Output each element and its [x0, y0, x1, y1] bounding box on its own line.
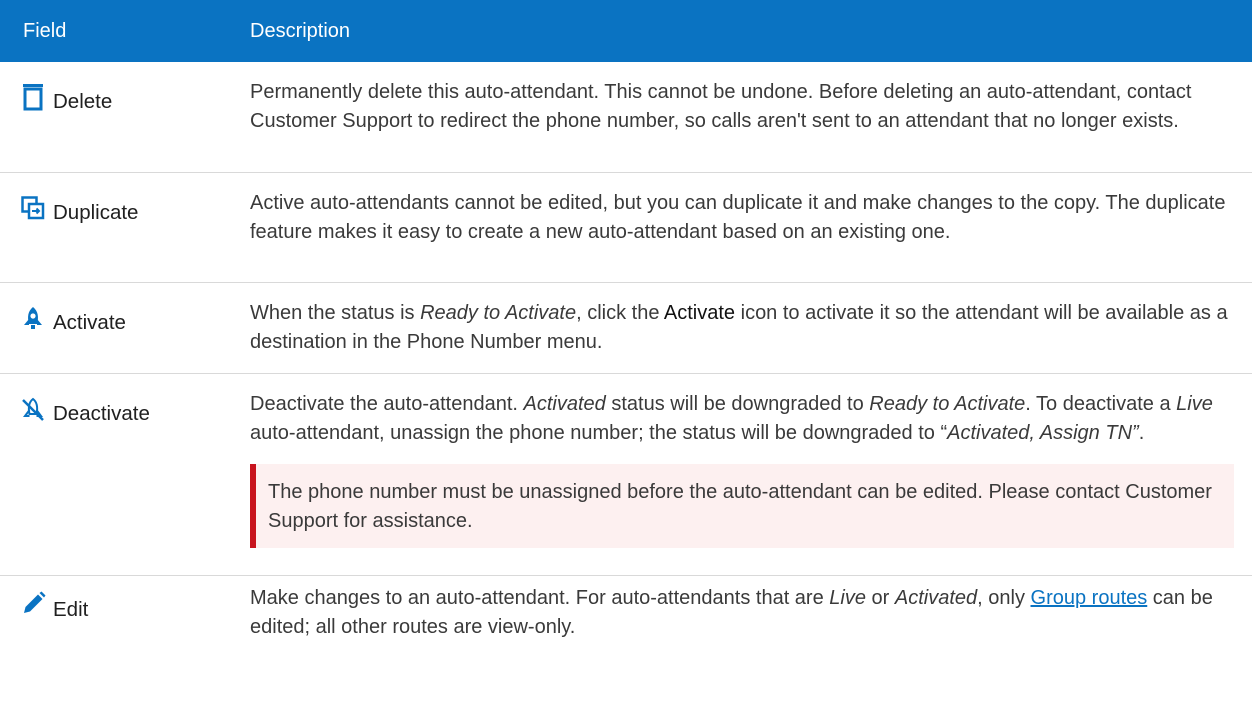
field-edit: Edit [20, 591, 248, 622]
desc-italic: Activated, Assign TN” [947, 421, 1139, 444]
desc-text: auto-attendant, unassign the phone numbe… [250, 421, 948, 444]
field-label-edit: Edit [53, 597, 89, 621]
description-edit: Make changes to an auto-attendant. For a… [248, 575, 1252, 670]
table-row-delete: Delete Permanently delete this auto-atte… [0, 62, 1252, 172]
description-deactivate: Deactivate the auto-attendant. Activated… [248, 373, 1252, 575]
field-delete: Delete [20, 84, 248, 114]
header-row: Field Description [0, 0, 1252, 62]
desc-text: Deactivate the auto-attendant. [250, 392, 524, 415]
table-row-deactivate: Deactivate Deactivate the auto-attendant… [0, 373, 1252, 575]
field-deactivate: Deactivate [20, 397, 248, 426]
desc-text: Make changes to an auto-attendant. For a… [250, 586, 830, 609]
desc-text: status will be downgraded to [605, 392, 870, 415]
pencil-icon[interactable] [20, 591, 46, 617]
desc-text: or [865, 586, 895, 609]
desc-italic: Ready to Activate [420, 301, 577, 324]
description-delete: Permanently delete this auto-attendant. … [250, 81, 1192, 132]
desc-italic: Live [1176, 392, 1213, 415]
field-label-duplicate: Duplicate [53, 200, 139, 224]
description-column-header: Description [250, 19, 351, 42]
fields-table: Field Description Delete Permanently del… [0, 0, 1252, 670]
description-activate: When the status is Ready to Activate, cl… [248, 282, 1252, 373]
desc-italic: Activated [523, 392, 606, 415]
desc-text: When the status is [250, 301, 421, 324]
group-routes-link[interactable]: Group routes [1031, 587, 1148, 609]
duplicate-icon[interactable] [20, 195, 46, 221]
rocket-off-icon[interactable] [20, 397, 46, 423]
rocket-icon[interactable] [20, 306, 46, 332]
desc-text: , click the [576, 301, 664, 324]
desc-italic: Live [829, 586, 866, 609]
warning-note: The phone number must be unassigned befo… [250, 463, 1234, 548]
desc-text: . To deactivate a [1025, 392, 1177, 415]
field-activate: Activate [20, 306, 248, 335]
desc-bold: Activate [663, 301, 736, 324]
table-row-activate: Activate When the status is Ready to Act… [0, 282, 1252, 373]
desc-italic: Ready to Activate [869, 392, 1026, 415]
field-duplicate: Duplicate [20, 195, 248, 225]
field-column-header: Field [23, 19, 67, 42]
table-row-edit: Edit Make changes to an auto-attendant. … [0, 575, 1252, 670]
table-row-duplicate: Duplicate Active auto-attendants cannot … [0, 172, 1252, 282]
field-label-activate: Activate [53, 310, 126, 334]
desc-text: . [1138, 421, 1145, 444]
trash-icon[interactable] [20, 84, 46, 111]
description-duplicate: Active auto-attendants cannot be edited,… [250, 191, 1226, 243]
field-label-delete: Delete [53, 90, 113, 113]
desc-text: , only [977, 586, 1031, 609]
table-header: Field Description [0, 0, 1252, 62]
desc-italic: Activated [894, 586, 978, 609]
field-label-deactivate: Deactivate [53, 401, 150, 425]
